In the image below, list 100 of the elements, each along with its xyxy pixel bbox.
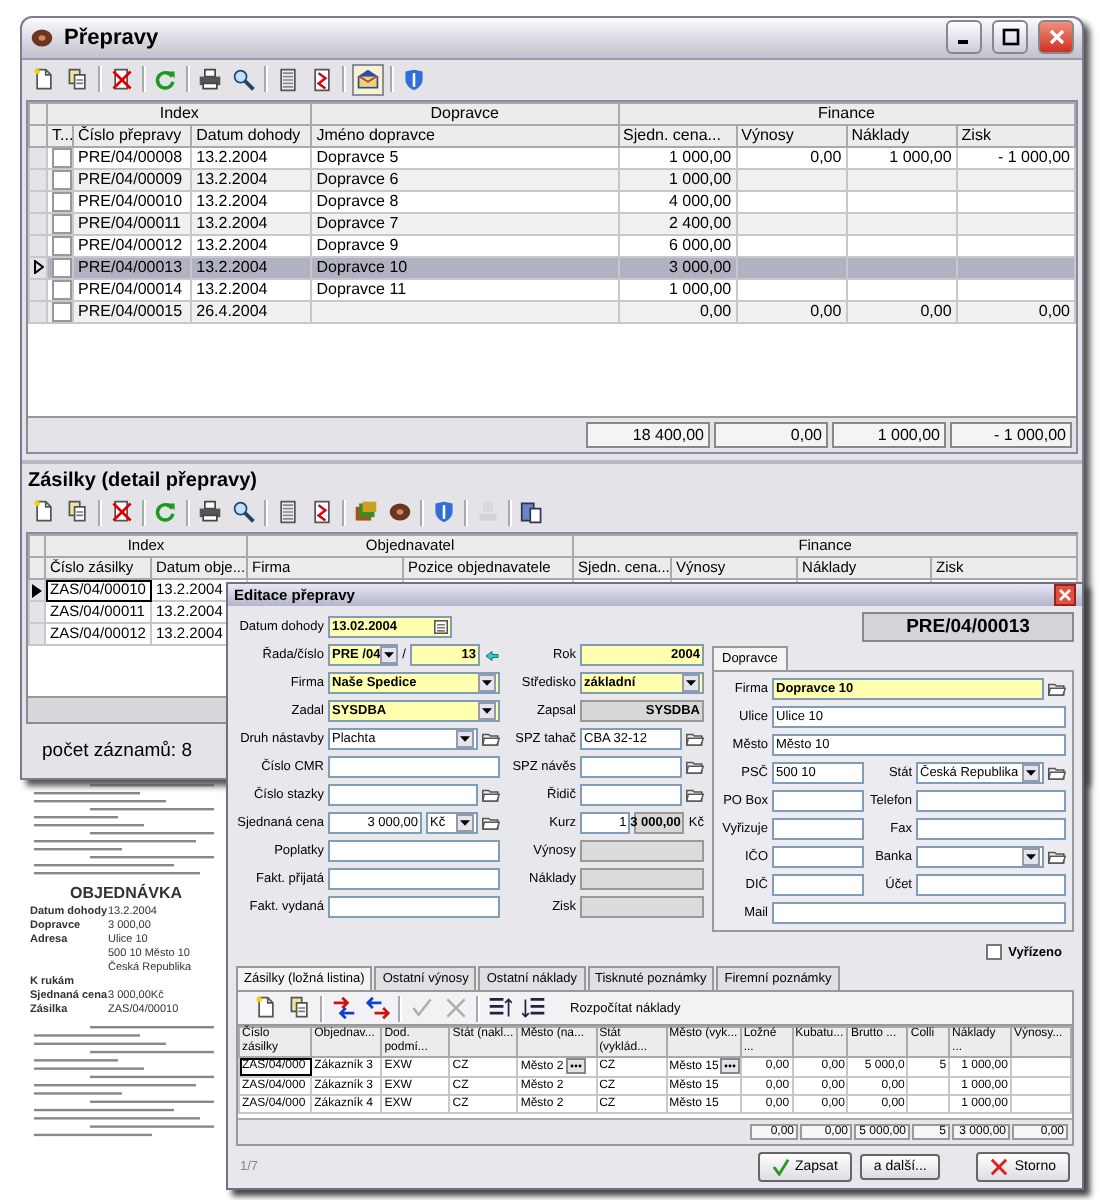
row-down-icon[interactable]: [522, 996, 546, 1020]
input-field[interactable]: [772, 790, 864, 812]
arrows-icon[interactable]: [332, 996, 356, 1020]
search-icon[interactable]: [232, 500, 256, 525]
close-icon: [1056, 586, 1074, 604]
shield-icon[interactable]: [432, 500, 456, 525]
close-button[interactable]: [1054, 584, 1076, 606]
dropdown-button[interactable]: [682, 674, 700, 692]
close-button[interactable]: [1038, 20, 1074, 55]
checkbox[interactable]: [52, 236, 72, 255]
dropdown-button[interactable]: [478, 674, 496, 692]
checkbox[interactable]: [52, 214, 72, 233]
table-cell: Dopravce 10: [316, 258, 408, 276]
refresh-icon[interactable]: [154, 500, 178, 525]
record-number: PRE/04/00013: [862, 612, 1074, 642]
column-header[interactable]: Jméno dopravce: [311, 124, 619, 147]
ellipsis-button[interactable]: [720, 1058, 739, 1074]
document-heading: OBJEDNÁVKA: [70, 884, 185, 902]
delete-icon[interactable]: [110, 67, 134, 92]
checkbox[interactable]: [986, 944, 1003, 960]
input-field[interactable]: [328, 868, 500, 890]
table-cell: 0,00: [920, 302, 952, 320]
caret-icon: [384, 652, 395, 658]
folder-icon[interactable]: [1048, 850, 1066, 864]
calendar-icon[interactable]: [434, 620, 448, 634]
dropdown-button[interactable]: [380, 646, 399, 664]
input-field[interactable]: [772, 874, 864, 896]
search-icon[interactable]: [232, 67, 256, 92]
table-cell: 1 000,00: [668, 280, 732, 298]
sheet-icon[interactable]: [276, 500, 300, 525]
arrows-icon[interactable]: [366, 996, 390, 1020]
folder-icon[interactable]: [482, 732, 500, 746]
folder-icon[interactable]: [686, 788, 704, 802]
input-field[interactable]: [328, 784, 478, 806]
folder-icon[interactable]: [686, 760, 704, 774]
caret-icon: [460, 736, 470, 742]
dropdown-field[interactable]: [916, 846, 1044, 868]
checkbox[interactable]: [52, 148, 72, 167]
input-field[interactable]: [916, 790, 1066, 812]
folder-icon[interactable]: [686, 732, 704, 746]
folder-icon[interactable]: [482, 816, 500, 830]
copy-icon[interactable]: [66, 500, 90, 525]
shield-icon[interactable]: [402, 67, 426, 92]
row-up-icon[interactable]: [488, 996, 512, 1020]
checkbox[interactable]: [52, 302, 72, 321]
table-cell: Dopravce 8: [316, 192, 399, 210]
input-field[interactable]: [772, 902, 1066, 924]
table-cell: PRE/04/00012: [78, 236, 183, 254]
disc-icon[interactable]: [388, 500, 412, 525]
table-cell: 6 000,00: [668, 236, 732, 254]
paste-icon[interactable]: [520, 500, 544, 525]
checkbox[interactable]: [52, 258, 72, 277]
input-field[interactable]: [328, 756, 500, 778]
input-field[interactable]: [580, 756, 682, 778]
copy-icon[interactable]: [66, 67, 90, 92]
new-file-icon[interactable]: [32, 67, 56, 92]
minimize-button[interactable]: [946, 20, 982, 55]
table-cell: Dopravce 6: [316, 170, 399, 188]
arrow-icon[interactable]: [484, 649, 500, 661]
folder-icon[interactable]: [1048, 766, 1066, 780]
dropdown-button[interactable]: [478, 702, 496, 720]
checkbox[interactable]: [52, 170, 72, 189]
folder-icon[interactable]: [482, 788, 500, 802]
close-icon: [1047, 28, 1065, 47]
dropdown-button[interactable]: [456, 814, 474, 832]
report-icon[interactable]: [310, 67, 334, 92]
refresh-icon[interactable]: [154, 67, 178, 92]
dropdown-button[interactable]: [1022, 848, 1040, 866]
input-field[interactable]: [328, 896, 500, 918]
input-field[interactable]: [580, 784, 682, 806]
table-cell: 2 400,00: [668, 214, 732, 232]
input-field[interactable]: [772, 818, 864, 840]
table-cell: 0,00: [700, 302, 732, 320]
new-file-icon[interactable]: [32, 500, 56, 525]
ellipsis-icon: [722, 1060, 739, 1072]
dropdown-button[interactable]: [1022, 764, 1040, 782]
disabled-field: [580, 868, 704, 890]
input-field[interactable]: [916, 818, 1066, 840]
input-field[interactable]: [916, 874, 1066, 896]
sheet-icon[interactable]: [276, 67, 300, 92]
new-file-icon[interactable]: [254, 996, 278, 1020]
total-cell: 1 000,00: [832, 422, 946, 449]
books-icon[interactable]: [354, 500, 378, 525]
checkbox[interactable]: [52, 192, 72, 211]
section-title: Zásilky (detail přepravy): [22, 460, 1082, 493]
printer-icon[interactable]: [198, 500, 222, 525]
checkbox[interactable]: [52, 280, 72, 299]
folder-icon[interactable]: [1048, 682, 1066, 696]
table-cell: Dopravce 11: [316, 280, 407, 298]
ellipsis-button[interactable]: [565, 1058, 586, 1074]
copy-icon[interactable]: [288, 996, 312, 1020]
maximize-button[interactable]: [992, 20, 1028, 55]
printer-icon[interactable]: [198, 67, 222, 92]
dropdown-button[interactable]: [456, 730, 474, 748]
disabled-field: [580, 840, 704, 862]
report-icon[interactable]: [310, 500, 334, 525]
close-icon: [990, 1158, 1009, 1176]
input-field[interactable]: [328, 840, 500, 862]
input-field[interactable]: [772, 846, 864, 868]
delete-icon[interactable]: [110, 500, 134, 525]
